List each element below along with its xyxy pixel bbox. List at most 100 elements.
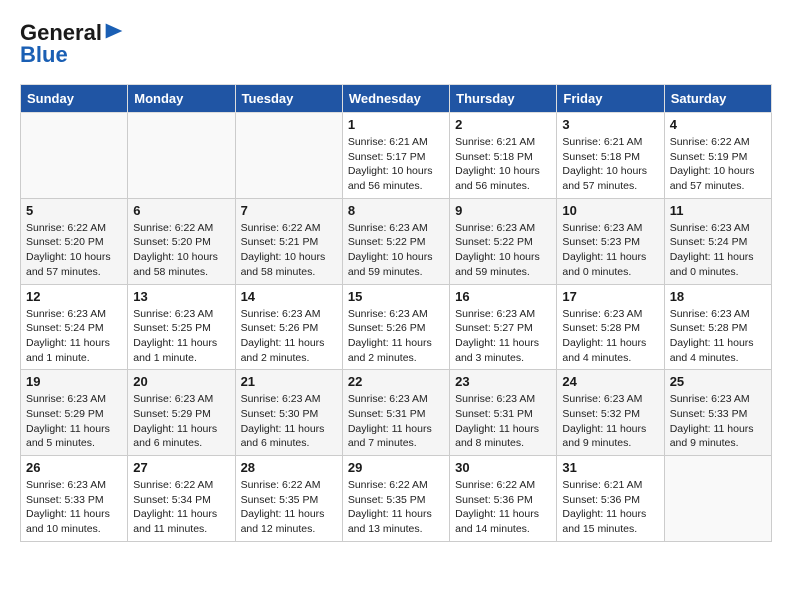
- calendar-cell: [128, 113, 235, 199]
- day-number: 2: [455, 117, 551, 132]
- day-info: Sunrise: 6:22 AM Sunset: 5:19 PM Dayligh…: [670, 135, 766, 194]
- weekday-header-thursday: Thursday: [450, 85, 557, 113]
- calendar-cell: 31Sunrise: 6:21 AM Sunset: 5:36 PM Dayli…: [557, 456, 664, 542]
- day-number: 12: [26, 289, 122, 304]
- calendar-cell: 13 Sunrise: 6:23 AM Sunset: 5:25 PM Dayli…: [128, 284, 235, 370]
- day-info: Sunrise: 6:23 AM Sunset: 5:29 PM Dayligh…: [133, 392, 229, 451]
- page-header: General Blue: [20, 20, 772, 68]
- day-number: 6: [133, 203, 229, 218]
- day-number: 10: [562, 203, 658, 218]
- day-number: 26: [26, 460, 122, 475]
- day-number: 14: [241, 289, 337, 304]
- calendar-cell: 26Sunrise: 6:23 AM Sunset: 5:33 PM Dayli…: [21, 456, 128, 542]
- day-number: 17: [562, 289, 658, 304]
- logo: General Blue: [20, 20, 124, 68]
- week-row-3: 12 Sunrise: 6:23 AM Sunset: 5:24 PM Dayli…: [21, 284, 772, 370]
- week-row-1: 1 Sunrise: 6:21 AM Sunset: 5:17 PM Daylig…: [21, 113, 772, 199]
- calendar-cell: 4 Sunrise: 6:22 AM Sunset: 5:19 PM Daylig…: [664, 113, 771, 199]
- day-info: Sunrise: 6:22 AM Sunset: 5:36 PM Dayligh…: [455, 478, 551, 537]
- calendar-cell: 27 Sunrise: 6:22 AM Sunset: 5:34 PM Dayli…: [128, 456, 235, 542]
- day-info: Sunrise: 6:23 AM Sunset: 5:31 PM Dayligh…: [455, 392, 551, 451]
- calendar-cell: 3 Sunrise: 6:21 AM Sunset: 5:18 PM Daylig…: [557, 113, 664, 199]
- day-number: 1: [348, 117, 444, 132]
- day-number: 3: [562, 117, 658, 132]
- calendar-cell: 29 Sunrise: 6:22 AM Sunset: 5:35 PM Dayli…: [342, 456, 449, 542]
- day-info: Sunrise: 6:21 AM Sunset: 5:18 PM Dayligh…: [455, 135, 551, 194]
- day-number: 4: [670, 117, 766, 132]
- day-info: Sunrise: 6:22 AM Sunset: 5:21 PM Dayligh…: [241, 221, 337, 280]
- day-info: Sunrise: 6:23 AM Sunset: 5:28 PM Dayligh…: [670, 307, 766, 366]
- day-info: Sunrise: 6:23 AM Sunset: 5:22 PM Dayligh…: [348, 221, 444, 280]
- calendar-cell: 24 Sunrise: 6:23 AM Sunset: 5:32 PM Dayli…: [557, 370, 664, 456]
- day-number: 29: [348, 460, 444, 475]
- day-number: 19: [26, 374, 122, 389]
- day-info: Sunrise: 6:23 AM Sunset: 5:30 PM Dayligh…: [241, 392, 337, 451]
- day-number: 16: [455, 289, 551, 304]
- day-info: Sunrise: 6:23 AM Sunset: 5:24 PM Dayligh…: [26, 307, 122, 366]
- day-number: 21: [241, 374, 337, 389]
- weekday-header-sunday: Sunday: [21, 85, 128, 113]
- day-number: 22: [348, 374, 444, 389]
- calendar-cell: 5Sunrise: 6:22 AM Sunset: 5:20 PM Daylig…: [21, 198, 128, 284]
- calendar-cell: 18 Sunrise: 6:23 AM Sunset: 5:28 PM Dayli…: [664, 284, 771, 370]
- weekday-header-friday: Friday: [557, 85, 664, 113]
- day-info: Sunrise: 6:23 AM Sunset: 5:22 PM Dayligh…: [455, 221, 551, 280]
- day-number: 23: [455, 374, 551, 389]
- weekday-header-saturday: Saturday: [664, 85, 771, 113]
- weekday-header-wednesday: Wednesday: [342, 85, 449, 113]
- day-number: 28: [241, 460, 337, 475]
- day-info: Sunrise: 6:23 AM Sunset: 5:29 PM Dayligh…: [26, 392, 122, 451]
- week-row-4: 19 Sunrise: 6:23 AM Sunset: 5:29 PM Dayli…: [21, 370, 772, 456]
- calendar-cell: 10 Sunrise: 6:23 AM Sunset: 5:23 PM Dayli…: [557, 198, 664, 284]
- calendar-cell: 20 Sunrise: 6:23 AM Sunset: 5:29 PM Dayli…: [128, 370, 235, 456]
- weekday-header-row: SundayMondayTuesdayWednesdayThursdayFrid…: [21, 85, 772, 113]
- day-number: 20: [133, 374, 229, 389]
- week-row-2: 5Sunrise: 6:22 AM Sunset: 5:20 PM Daylig…: [21, 198, 772, 284]
- day-info: Sunrise: 6:23 AM Sunset: 5:32 PM Dayligh…: [562, 392, 658, 451]
- day-number: 24: [562, 374, 658, 389]
- day-number: 9: [455, 203, 551, 218]
- logo-blue: Blue: [20, 42, 68, 68]
- day-info: Sunrise: 6:23 AM Sunset: 5:23 PM Dayligh…: [562, 221, 658, 280]
- calendar-cell: 28Sunrise: 6:22 AM Sunset: 5:35 PM Dayli…: [235, 456, 342, 542]
- day-info: Sunrise: 6:23 AM Sunset: 5:33 PM Dayligh…: [670, 392, 766, 451]
- day-info: Sunrise: 6:23 AM Sunset: 5:26 PM Dayligh…: [348, 307, 444, 366]
- calendar-cell: 7 Sunrise: 6:22 AM Sunset: 5:21 PM Daylig…: [235, 198, 342, 284]
- day-info: Sunrise: 6:22 AM Sunset: 5:34 PM Dayligh…: [133, 478, 229, 537]
- day-info: Sunrise: 6:21 AM Sunset: 5:36 PM Dayligh…: [562, 478, 658, 537]
- day-info: Sunrise: 6:23 AM Sunset: 5:28 PM Dayligh…: [562, 307, 658, 366]
- calendar-cell: 30 Sunrise: 6:22 AM Sunset: 5:36 PM Dayli…: [450, 456, 557, 542]
- day-number: 18: [670, 289, 766, 304]
- calendar-cell: 2 Sunrise: 6:21 AM Sunset: 5:18 PM Daylig…: [450, 113, 557, 199]
- day-number: 7: [241, 203, 337, 218]
- logo-flag-icon: [104, 23, 124, 39]
- calendar-cell: 6 Sunrise: 6:22 AM Sunset: 5:20 PM Daylig…: [128, 198, 235, 284]
- day-number: 25: [670, 374, 766, 389]
- day-info: Sunrise: 6:22 AM Sunset: 5:20 PM Dayligh…: [26, 221, 122, 280]
- day-number: 27: [133, 460, 229, 475]
- calendar-cell: 21 Sunrise: 6:23 AM Sunset: 5:30 PM Dayli…: [235, 370, 342, 456]
- day-number: 11: [670, 203, 766, 218]
- day-info: Sunrise: 6:22 AM Sunset: 5:20 PM Dayligh…: [133, 221, 229, 280]
- day-info: Sunrise: 6:22 AM Sunset: 5:35 PM Dayligh…: [348, 478, 444, 537]
- day-info: Sunrise: 6:23 AM Sunset: 5:31 PM Dayligh…: [348, 392, 444, 451]
- calendar-cell: [21, 113, 128, 199]
- day-info: Sunrise: 6:21 AM Sunset: 5:17 PM Dayligh…: [348, 135, 444, 194]
- day-info: Sunrise: 6:21 AM Sunset: 5:18 PM Dayligh…: [562, 135, 658, 194]
- calendar-cell: 22 Sunrise: 6:23 AM Sunset: 5:31 PM Dayli…: [342, 370, 449, 456]
- calendar-cell: [664, 456, 771, 542]
- calendar-cell: 8Sunrise: 6:23 AM Sunset: 5:22 PM Daylig…: [342, 198, 449, 284]
- weekday-header-monday: Monday: [128, 85, 235, 113]
- calendar-cell: 16Sunrise: 6:23 AM Sunset: 5:27 PM Dayli…: [450, 284, 557, 370]
- day-info: Sunrise: 6:23 AM Sunset: 5:26 PM Dayligh…: [241, 307, 337, 366]
- calendar-cell: 25 Sunrise: 6:23 AM Sunset: 5:33 PM Dayli…: [664, 370, 771, 456]
- day-info: Sunrise: 6:23 AM Sunset: 5:25 PM Dayligh…: [133, 307, 229, 366]
- day-info: Sunrise: 6:23 AM Sunset: 5:24 PM Dayligh…: [670, 221, 766, 280]
- day-number: 13: [133, 289, 229, 304]
- calendar-cell: 17 Sunrise: 6:23 AM Sunset: 5:28 PM Dayli…: [557, 284, 664, 370]
- calendar-cell: [235, 113, 342, 199]
- day-number: 15: [348, 289, 444, 304]
- day-number: 30: [455, 460, 551, 475]
- calendar-table: SundayMondayTuesdayWednesdayThursdayFrid…: [20, 84, 772, 542]
- calendar-cell: 14 Sunrise: 6:23 AM Sunset: 5:26 PM Dayli…: [235, 284, 342, 370]
